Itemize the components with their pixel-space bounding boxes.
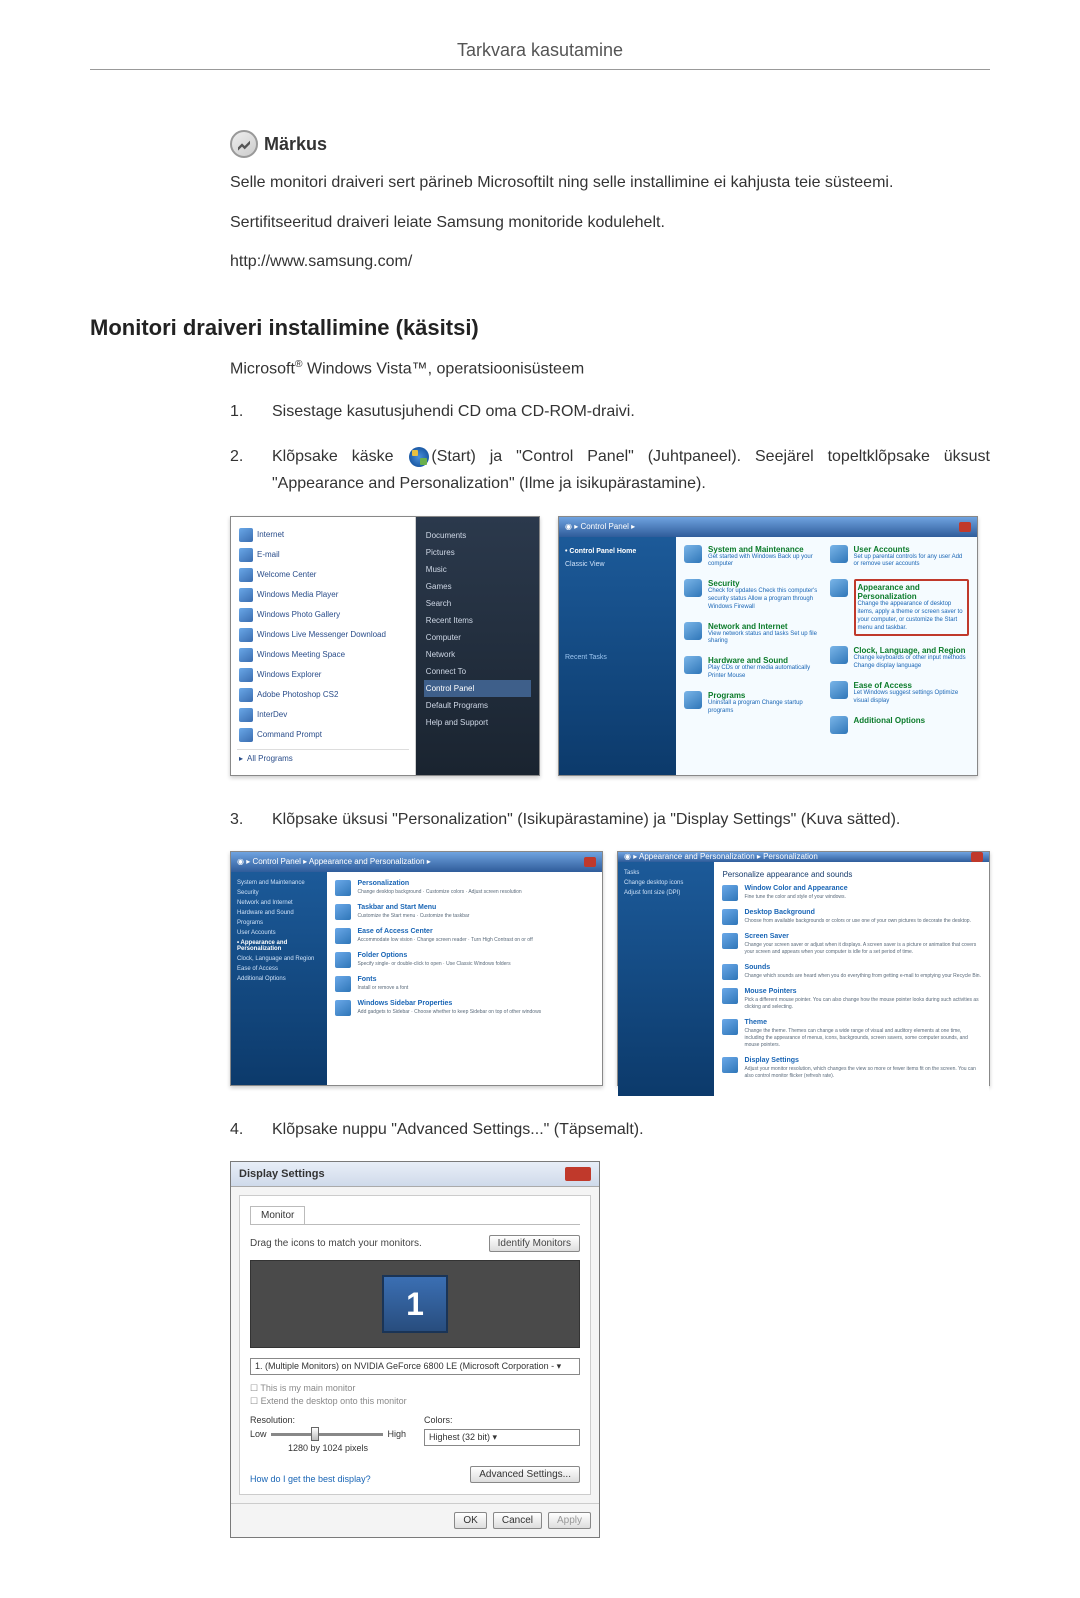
step-text: Klõpsake käske (Start) ja "Control Panel… [272, 443, 990, 497]
step-number: 1. [230, 398, 254, 425]
screenshot-display-settings: Display Settings Monitor Drag the icons … [230, 1161, 600, 1538]
tab-monitor[interactable]: Monitor [250, 1206, 305, 1224]
note-paragraph-1: Selle monitori draiveri sert pärineb Mic… [230, 170, 990, 196]
step-4: 4. Klõpsake nuppu "Advanced Settings..."… [230, 1116, 990, 1143]
section-intro: Microsoft® Windows Vista™, operatsioonis… [230, 359, 990, 378]
note-block: Märkus Selle monitori draiveri sert päri… [230, 130, 990, 275]
cancel-button[interactable]: Cancel [493, 1512, 542, 1529]
advanced-settings-button[interactable]: Advanced Settings... [470, 1466, 580, 1483]
screenshot-row-2: ◉ ▸ Control Panel ▸ Appearance and Perso… [230, 851, 990, 1086]
step-number: 2. [230, 443, 254, 497]
intro-prefix: Microsoft [230, 360, 295, 377]
drag-instruction: Drag the icons to match your monitors. [250, 1238, 422, 1249]
ok-button[interactable]: OK [454, 1512, 486, 1529]
start-orb-icon [409, 447, 429, 467]
section-title: Monitori draiveri installimine (käsitsi) [90, 315, 990, 341]
screenshot-personalization: ◉ ▸ Appearance and Personalization ▸ Per… [617, 851, 990, 1086]
monitor-icon-1[interactable]: 1 [382, 1275, 448, 1333]
extend-desktop-checkbox[interactable]: ☐ Extend the desktop onto this monitor [250, 1396, 580, 1407]
monitor-dropdown[interactable]: 1. (Multiple Monitors) on NVIDIA GeForce… [250, 1358, 580, 1375]
note-paragraph-2: Sertifitseeritud draiveri leiate Samsung… [230, 210, 990, 236]
close-icon[interactable] [565, 1167, 591, 1181]
step-text: Klõpsake üksusi "Personalization" (Isiku… [272, 806, 990, 833]
screenshot-control-panel: ◉ ▸ Control Panel ▸ • Control Panel Home… [558, 516, 978, 776]
step-text: Klõpsake nuppu "Advanced Settings..." (T… [272, 1116, 990, 1143]
step-3: 3. Klõpsake üksusi "Personalization" (Is… [230, 806, 990, 833]
step-number: 4. [230, 1116, 254, 1143]
colors-dropdown[interactable]: Highest (32 bit) ▾ [424, 1429, 580, 1446]
start-menu-right-column: Documents Pictures Music Games Search Re… [416, 517, 539, 775]
colors-label: Colors: [424, 1415, 580, 1425]
dialog-title: Display Settings [239, 1168, 325, 1180]
start-menu-left-column: Internet E-mail Welcome Center Windows M… [231, 517, 416, 775]
screenshot-appearance-panel: ◉ ▸ Control Panel ▸ Appearance and Perso… [230, 851, 603, 1086]
screenshot-start-menu: Internet E-mail Welcome Center Windows M… [230, 516, 540, 776]
resolution-value: 1280 by 1024 pixels [250, 1443, 406, 1453]
step-1: 1. Sisestage kasutusjuhendi CD oma CD-RO… [230, 398, 990, 425]
best-display-link[interactable]: How do I get the best display? [250, 1474, 371, 1484]
note-title: Märkus [264, 134, 327, 155]
resolution-label: Resolution: [250, 1415, 406, 1425]
note-url: http://www.samsung.com/ [230, 249, 990, 275]
screenshot-row-1: Internet E-mail Welcome Center Windows M… [230, 516, 990, 776]
note-icon [230, 130, 258, 158]
resolution-slider[interactable]: Low High [250, 1429, 406, 1439]
monitor-preview-area[interactable]: 1 [250, 1260, 580, 1348]
step-2: 2. Klõpsake käske (Start) ja "Control Pa… [230, 443, 990, 497]
step-2-pre: Klõpsake käske [272, 448, 407, 465]
intro-suffix: , operatsioonisüsteem [428, 360, 585, 377]
step-text: Sisestage kasutusjuhendi CD oma CD-ROM-d… [272, 398, 990, 425]
step-number: 3. [230, 806, 254, 833]
page-header: Tarkvara kasutamine [90, 40, 990, 70]
apply-button[interactable]: Apply [548, 1512, 591, 1529]
intro-mid: Windows Vista™ [303, 360, 428, 377]
main-monitor-checkbox[interactable]: ☐ This is my main monitor [250, 1383, 580, 1394]
identify-monitors-button[interactable]: Identify Monitors [489, 1235, 580, 1252]
